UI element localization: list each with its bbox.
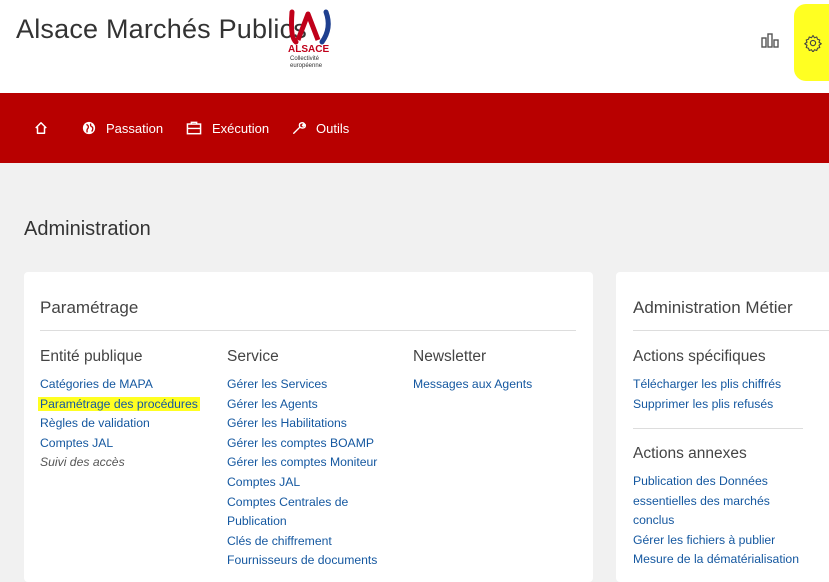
wrench-icon	[293, 122, 306, 134]
link-comptes-centrales-cont[interactable]: Publication	[227, 512, 377, 532]
actions-specifiques-links: Télécharger les plis chiffrés Supprimer …	[633, 375, 781, 414]
bar-chart-icon[interactable]	[760, 30, 780, 50]
link-gerer-habilitations[interactable]: Gérer les Habilitations	[227, 414, 377, 434]
admin-metier-card: Administration Métier Actions spécifique…	[616, 272, 829, 582]
admin-metier-title: Administration Métier	[633, 298, 793, 317]
link-gerer-agents[interactable]: Gérer les Agents	[227, 395, 377, 415]
link-service-comptes-jal[interactable]: Comptes JAL	[227, 473, 377, 493]
card-divider	[633, 330, 829, 331]
link-comptes-jal[interactable]: Comptes JAL	[40, 434, 200, 454]
service-heading: Service	[227, 348, 279, 365]
actions-annexes-heading: Actions annexes	[633, 445, 747, 462]
alsace-logo[interactable]: ALSACE Collectivité européenne	[286, 8, 338, 72]
badge-sub: Collectivité européenne	[290, 56, 323, 69]
settings-highlight	[794, 4, 829, 81]
gear-icon[interactable]	[804, 34, 822, 53]
site-logo-text[interactable]: Alsace Marchés Publics	[16, 14, 307, 45]
actions-specifiques-heading: Actions spécifiques	[633, 348, 766, 365]
link-fournisseurs-documents[interactable]: Fournisseurs de documents	[227, 551, 377, 571]
globe-icon	[82, 121, 96, 135]
link-gerer-fichiers[interactable]: Gérer les fichiers à publier	[633, 531, 799, 551]
newsletter-heading: Newsletter	[413, 348, 487, 365]
nav-outils-label: Outils	[316, 120, 350, 136]
actions-annexes-links: Publication des Données essentielles des…	[633, 472, 799, 570]
link-parametrage-procedures[interactable]: Paramétrage des procédures	[38, 395, 200, 415]
top-header: Alsace Marchés Publics ALSACE Collectivi…	[0, 0, 829, 93]
entite-heading: Entité publique	[40, 348, 143, 365]
link-comptes-boamp[interactable]: Gérer les comptes BOAMP	[227, 434, 377, 454]
card-divider	[40, 330, 576, 331]
link-publication-donnees[interactable]: Publication des Données	[633, 472, 799, 492]
link-suivi-acces[interactable]: Suivi des accès	[40, 453, 200, 473]
link-regles-validation[interactable]: Règles de validation	[40, 414, 200, 434]
link-publication-donnees-cont1[interactable]: essentielles des marchés	[633, 492, 799, 512]
link-gerer-services[interactable]: Gérer les Services	[227, 375, 377, 395]
link-categories-mapa[interactable]: Catégories de MAPA	[40, 375, 200, 395]
link-comptes-moniteur[interactable]: Gérer les comptes Moniteur	[227, 453, 377, 473]
link-mesure-dematerialisation[interactable]: Mesure de la dématérialisation	[633, 550, 799, 570]
page-title: Administration	[24, 218, 151, 240]
link-comptes-centrales[interactable]: Comptes Centrales de	[227, 493, 377, 513]
alsace-logo-mark-icon	[289, 9, 331, 45]
badge-name: ALSACE	[288, 44, 330, 55]
nav-home[interactable]	[34, 117, 58, 139]
nav-execution[interactable]: Exécution	[186, 117, 269, 139]
nav-execution-label: Exécution	[212, 120, 270, 136]
entite-links: Catégories de MAPA Paramétrage des procé…	[38, 375, 200, 473]
parametrage-card: Paramétrage Entité publique Catégories d…	[24, 272, 593, 582]
nav-passation-label: Passation	[106, 120, 164, 136]
link-supprimer-plis[interactable]: Supprimer les plis refusés	[633, 395, 781, 415]
newsletter-links: Messages aux Agents	[413, 375, 532, 395]
parametrage-title: Paramétrage	[40, 298, 139, 317]
main-nav: Passation Exécution Outils	[0, 93, 829, 163]
link-cles-chiffrement[interactable]: Clés de chiffrement	[227, 532, 377, 552]
nav-passation[interactable]: Passation	[82, 117, 163, 139]
home-icon	[35, 122, 47, 134]
briefcase-icon	[186, 121, 202, 135]
nav-outils[interactable]: Outils	[292, 117, 349, 139]
link-messages-agents[interactable]: Messages aux Agents	[413, 375, 532, 395]
link-publication-donnees-cont2[interactable]: conclus	[633, 511, 799, 531]
section-divider	[633, 428, 803, 429]
service-links: Gérer les Services Gérer les Agents Gére…	[227, 375, 377, 571]
link-telecharger-plis[interactable]: Télécharger les plis chiffrés	[633, 375, 781, 395]
